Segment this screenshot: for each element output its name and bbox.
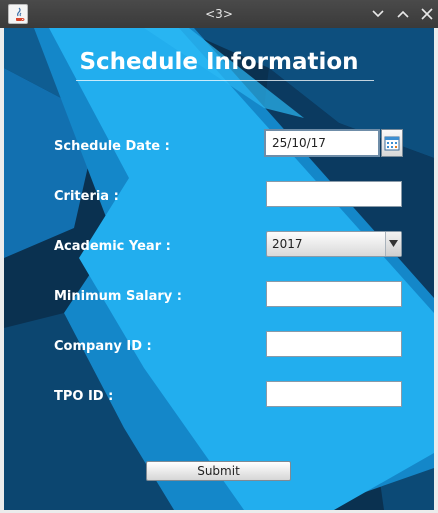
academic-year-label: Academic Year : bbox=[54, 239, 171, 254]
criteria-label: Criteria : bbox=[54, 189, 119, 204]
background-artwork bbox=[4, 28, 434, 510]
minimum-salary-label: Minimum Salary : bbox=[54, 289, 182, 304]
submit-button[interactable]: Submit bbox=[146, 461, 291, 481]
title-underline bbox=[76, 80, 374, 81]
page-title: Schedule Information bbox=[79, 49, 359, 75]
tpo-id-label: TPO ID : bbox=[54, 389, 114, 404]
schedule-date-field[interactable]: 25/10/17 bbox=[264, 129, 380, 157]
form-panel: Schedule Information Schedule Date : 25/… bbox=[4, 28, 434, 510]
window-titlebar[interactable]: <3> bbox=[0, 0, 438, 28]
academic-year-selected: 2017 bbox=[272, 237, 303, 251]
chevron-up-icon[interactable] bbox=[395, 6, 411, 22]
chevron-down-icon[interactable] bbox=[370, 6, 386, 22]
company-id-field[interactable] bbox=[266, 331, 402, 357]
company-id-label: Company ID : bbox=[54, 339, 152, 354]
academic-year-select[interactable]: 2017 bbox=[266, 231, 402, 257]
close-icon[interactable] bbox=[419, 6, 435, 22]
criteria-field[interactable] bbox=[266, 181, 402, 207]
tpo-id-field[interactable] bbox=[266, 381, 402, 407]
schedule-date-label: Schedule Date : bbox=[54, 139, 170, 154]
calendar-button[interactable] bbox=[381, 129, 403, 157]
dropdown-arrow-icon[interactable] bbox=[385, 232, 401, 256]
minimum-salary-field[interactable] bbox=[266, 281, 402, 307]
calendar-icon bbox=[384, 136, 400, 151]
